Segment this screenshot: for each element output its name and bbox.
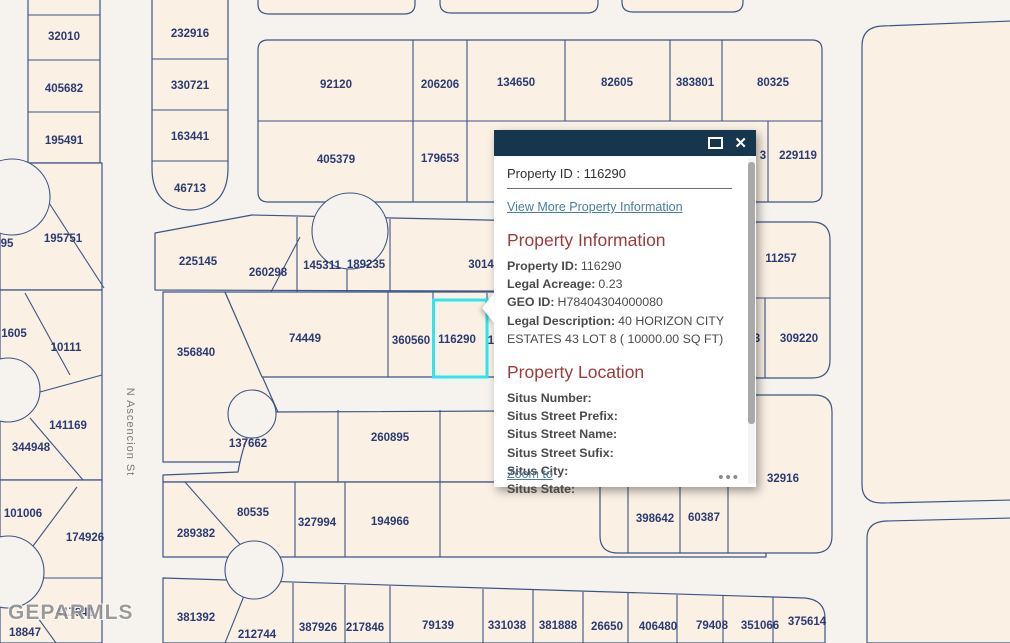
situs-state-row: Situs State: xyxy=(507,480,732,498)
dock-icon[interactable] xyxy=(708,137,723,149)
parcel-label-405379[interactable]: 405379 xyxy=(317,154,355,166)
parcel-label-260298[interactable]: 260298 xyxy=(249,267,288,279)
parcel-label-194966[interactable]: 194966 xyxy=(371,516,409,528)
popup-title: Property ID : 116290 xyxy=(507,166,732,181)
parcel-label-360560[interactable]: 360560 xyxy=(392,335,430,347)
parcel-label-141169[interactable]: 141169 xyxy=(49,420,87,432)
parcel-label-1605[interactable]: 1605 xyxy=(1,328,27,340)
parcel-label-116290[interactable]: 116290 xyxy=(438,334,476,346)
property-information-heading: Property Information xyxy=(507,230,732,251)
parcel-label-80535[interactable]: 80535 xyxy=(237,507,270,519)
row-label: Situs State: xyxy=(507,482,575,496)
parcel-label-137662[interactable]: 137662 xyxy=(229,438,267,450)
row-label: Situs Street Name: xyxy=(507,427,617,441)
parcel-label-381392[interactable]: 381392 xyxy=(177,612,215,624)
mls-watermark: GEPARMLS xyxy=(8,601,133,624)
parcel-label-356840[interactable]: 356840 xyxy=(177,347,215,359)
parcel-label-331038[interactable]: 331038 xyxy=(488,620,527,632)
parcel-label-79408[interactable]: 79408 xyxy=(696,620,729,632)
situs-street-prefix-row: Situs Street Prefix: xyxy=(507,407,732,425)
parcel-label-101006[interactable]: 101006 xyxy=(4,508,42,520)
parcel-label-225145[interactable]: 225145 xyxy=(179,256,218,268)
parcel-label-82605[interactable]: 82605 xyxy=(601,77,634,89)
parcel-label-309220[interactable]: 309220 xyxy=(780,333,818,345)
parcel-label-406480[interactable]: 406480 xyxy=(639,621,677,633)
close-icon[interactable]: ✕ xyxy=(734,136,747,151)
property-info-popup: ✕ Property ID : 116290 View More Propert… xyxy=(494,130,756,487)
parcel-label-206206[interactable]: 206206 xyxy=(421,79,459,91)
parcel-label-3014[interactable]: 3014 xyxy=(468,259,494,271)
property-location-heading: Property Location xyxy=(507,362,732,383)
row-value: H78404304000080 xyxy=(558,295,663,309)
parcel-label-260895[interactable]: 260895 xyxy=(371,432,410,444)
property-id-row: Property ID:116290 xyxy=(507,257,732,275)
parcel-label-18847[interactable]: 18847 xyxy=(9,627,41,639)
parcel-label-381888[interactable]: 381888 xyxy=(539,620,578,632)
parcel-label-351066[interactable]: 351066 xyxy=(741,620,779,632)
parcel-label-46713[interactable]: 46713 xyxy=(174,183,206,195)
popup-titlebar: ✕ xyxy=(494,130,756,156)
parcel-label-383801[interactable]: 383801 xyxy=(676,77,715,89)
situs-street-name-row: Situs Street Name: xyxy=(507,425,732,443)
row-label: Property ID: xyxy=(507,259,578,273)
parcel-label-95[interactable]: 95 xyxy=(1,238,14,250)
street-label: N Ascencion St xyxy=(124,388,136,477)
situs-street-sufix-row: Situs Street Sufix: xyxy=(507,444,732,462)
parcel-label-232916[interactable]: 232916 xyxy=(171,28,209,40)
view-more-property-link[interactable]: View More Property Information xyxy=(507,200,683,214)
parcel-label-398642[interactable]: 398642 xyxy=(636,513,674,525)
parcel-label-195751[interactable]: 195751 xyxy=(44,233,83,245)
row-label: Legal Description: xyxy=(507,314,615,328)
parcel-label-387926[interactable]: 387926 xyxy=(299,622,337,634)
parcel-label-217846[interactable]: 217846 xyxy=(346,622,384,634)
map-viewer: 32010 405682 195491 232916 330721 163441 46713… xyxy=(0,0,1010,643)
row-value: 116290 xyxy=(581,259,621,273)
parcel-label-3[interactable]: 3 xyxy=(760,150,766,162)
parcel-label-26650[interactable]: 26650 xyxy=(591,621,623,633)
situs-number-row: Situs Number: xyxy=(507,389,732,407)
popup-callout-arrow xyxy=(482,293,494,323)
popup-body: Property ID : 116290 View More Property … xyxy=(494,156,756,487)
parcel-label-195491[interactable]: 195491 xyxy=(45,135,84,147)
parcel-label-145311[interactable]: 145311 xyxy=(303,260,341,272)
row-label: Situs Number: xyxy=(507,391,592,405)
parcel-label-74449[interactable]: 74449 xyxy=(289,333,321,345)
row-label: Situs Street Prefix: xyxy=(507,409,618,423)
popup-scrollbar-thumb[interactable] xyxy=(748,162,755,424)
legal-description-row: Legal Description:40 HORIZON CITY ESTATE… xyxy=(507,312,732,348)
parcel-label-60387[interactable]: 60387 xyxy=(688,512,720,524)
parcel-label-212744[interactable]: 212744 xyxy=(238,629,277,641)
parcel-label-134650[interactable]: 134650 xyxy=(497,77,535,89)
row-value: 0.23 xyxy=(598,277,622,291)
geo-id-row: GEO ID:H78404304000080 xyxy=(507,293,732,311)
parcel-label-11257[interactable]: 11257 xyxy=(765,253,796,265)
parcel-label-344948[interactable]: 344948 xyxy=(12,442,51,454)
title-separator xyxy=(507,188,732,189)
row-label: Legal Acreage: xyxy=(507,277,595,291)
parcel-label-79139[interactable]: 79139 xyxy=(422,620,454,632)
row-label: Situs Street Sufix: xyxy=(507,446,614,460)
parcel-label-375614[interactable]: 375614 xyxy=(788,616,827,628)
zoom-to-link[interactable]: Zoom to xyxy=(507,467,553,481)
parcel-label-189235[interactable]: 189235 xyxy=(347,259,386,271)
parcel-label-32916[interactable]: 32916 xyxy=(767,473,799,485)
parcel-label-405682[interactable]: 405682 xyxy=(45,83,83,95)
parcel-label-229119[interactable]: 229119 xyxy=(779,150,817,162)
parcel-label-10111[interactable]: 10111 xyxy=(51,342,82,354)
parcel-label-174926[interactable]: 174926 xyxy=(66,532,104,544)
parcel-label-179653[interactable]: 179653 xyxy=(421,153,459,165)
parcel-label-289382[interactable]: 289382 xyxy=(177,528,215,540)
parcel-label-163441[interactable]: 163441 xyxy=(171,131,210,143)
popup-scrollbar[interactable] xyxy=(748,158,755,484)
more-options-button[interactable]: ••• xyxy=(718,469,740,486)
parcel-label-92120[interactable]: 92120 xyxy=(320,79,352,91)
parcel-label-327994[interactable]: 327994 xyxy=(298,517,337,529)
row-label: GEO ID: xyxy=(507,295,555,309)
parcel-label-80325[interactable]: 80325 xyxy=(757,77,790,89)
legal-acreage-row: Legal Acreage:0.23 xyxy=(507,275,732,293)
parcel-label-32010[interactable]: 32010 xyxy=(48,31,80,43)
parcel-label-330721[interactable]: 330721 xyxy=(171,80,210,92)
